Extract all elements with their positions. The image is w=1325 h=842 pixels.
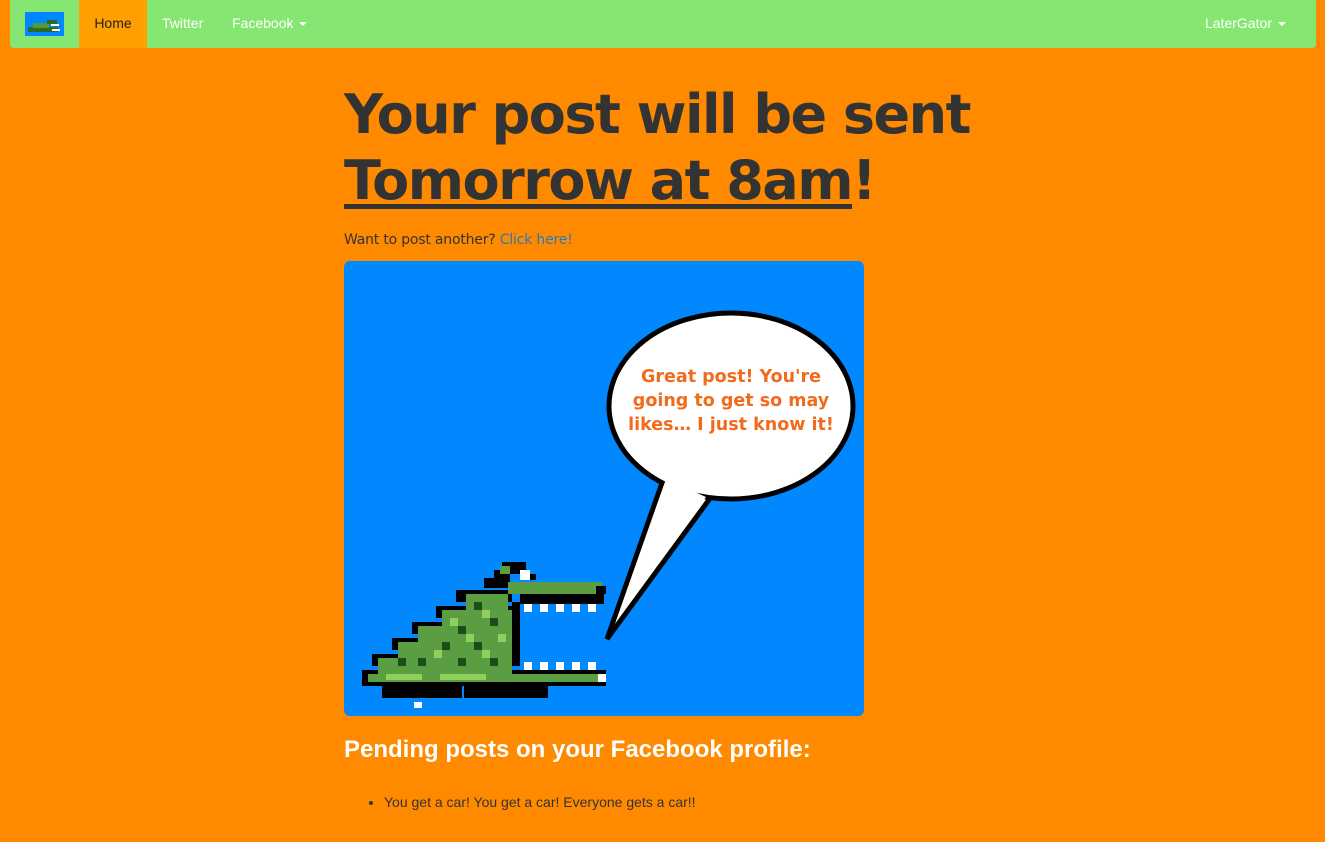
speech-bubble-icon bbox=[604, 310, 856, 641]
pending-posts-heading: Pending posts on your Facebook profile: bbox=[344, 736, 811, 763]
user-menu-dropdown[interactable]: LaterGator bbox=[1205, 0, 1286, 48]
page-title: Your post will be sent Tomorrow at 8am! bbox=[344, 82, 1044, 214]
speech-bubble-text: Great post! You're going to get so may l… bbox=[628, 367, 834, 435]
pixel-gator-icon bbox=[362, 562, 606, 708]
chevron-down-icon bbox=[299, 22, 308, 27]
user-menu-label: LaterGator bbox=[1205, 15, 1272, 31]
nav-twitter-label: Twitter bbox=[162, 15, 204, 31]
headline-exclaim: ! bbox=[852, 149, 877, 212]
nav-home-label: Home bbox=[94, 15, 132, 31]
chevron-down-icon bbox=[1277, 22, 1286, 27]
post-another-text: Want to post another? bbox=[344, 232, 496, 248]
top-navbar: Home Twitter Facebook LaterGator bbox=[10, 0, 1316, 48]
nav-twitter-link[interactable]: Twitter bbox=[162, 0, 203, 48]
gator-logo-icon[interactable] bbox=[25, 12, 64, 36]
post-another-link[interactable]: Click here! bbox=[500, 232, 573, 248]
headline-text: Your post will be sent bbox=[344, 83, 971, 146]
nav-facebook-dropdown[interactable]: Facebook bbox=[232, 0, 308, 48]
pending-posts-list: You get a car! You get a car! Everyone g… bbox=[344, 792, 696, 812]
nav-home-link[interactable]: Home bbox=[79, 0, 147, 48]
scheduled-time: Tomorrow at 8am bbox=[344, 149, 854, 212]
list-item: You get a car! You get a car! Everyone g… bbox=[384, 792, 696, 812]
nav-facebook-label: Facebook bbox=[232, 15, 294, 31]
post-another-prompt: Want to post another? Click here! bbox=[344, 232, 573, 248]
gator-illustration: Great post! You're going to get so may l… bbox=[344, 261, 864, 716]
